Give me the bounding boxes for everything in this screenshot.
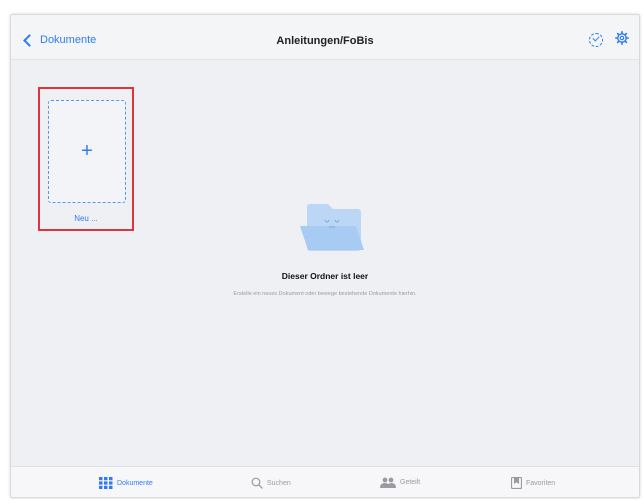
page-title: Anleitungen/FoBis [276,35,374,47]
tab-label: Geteilt [400,479,421,486]
navigation-bar: Dokumente Anleitungen/FoBis [11,15,639,60]
new-document-tile[interactable]: + Neu ... [38,87,134,231]
tab-label: Suchen [267,479,291,487]
tab-favoriten[interactable]: Favoriten [511,477,555,489]
bookmark-icon [511,477,522,489]
new-document-label: Neu ... [74,214,98,223]
empty-state-subtitle: Erstelle ein neues Dokument oder bewege … [233,291,417,297]
select-check-icon[interactable] [589,33,603,47]
tab-geteilt[interactable]: Geteilt [380,477,420,488]
tab-label: Favoriten [526,479,556,487]
plus-icon: + [81,140,93,162]
empty-state-title: Dieser Ordner ist leer [281,271,369,281]
tab-dokumente[interactable]: Dokumente [99,477,153,489]
tab-bar: Dokumente Suchen Geteilt Favoriten [11,466,639,497]
empty-folder-icon [300,204,364,251]
tab-label: Dokumente [117,479,153,487]
grid-icon [99,477,113,489]
gear-icon[interactable] [615,31,629,45]
new-document-placeholder[interactable]: + [48,100,126,203]
people-icon [380,477,396,488]
tab-suchen[interactable]: Suchen [251,477,291,489]
app-window: Dokumente Anleitungen/FoBis + Neu ... Di… [10,14,640,498]
search-icon [251,477,263,489]
